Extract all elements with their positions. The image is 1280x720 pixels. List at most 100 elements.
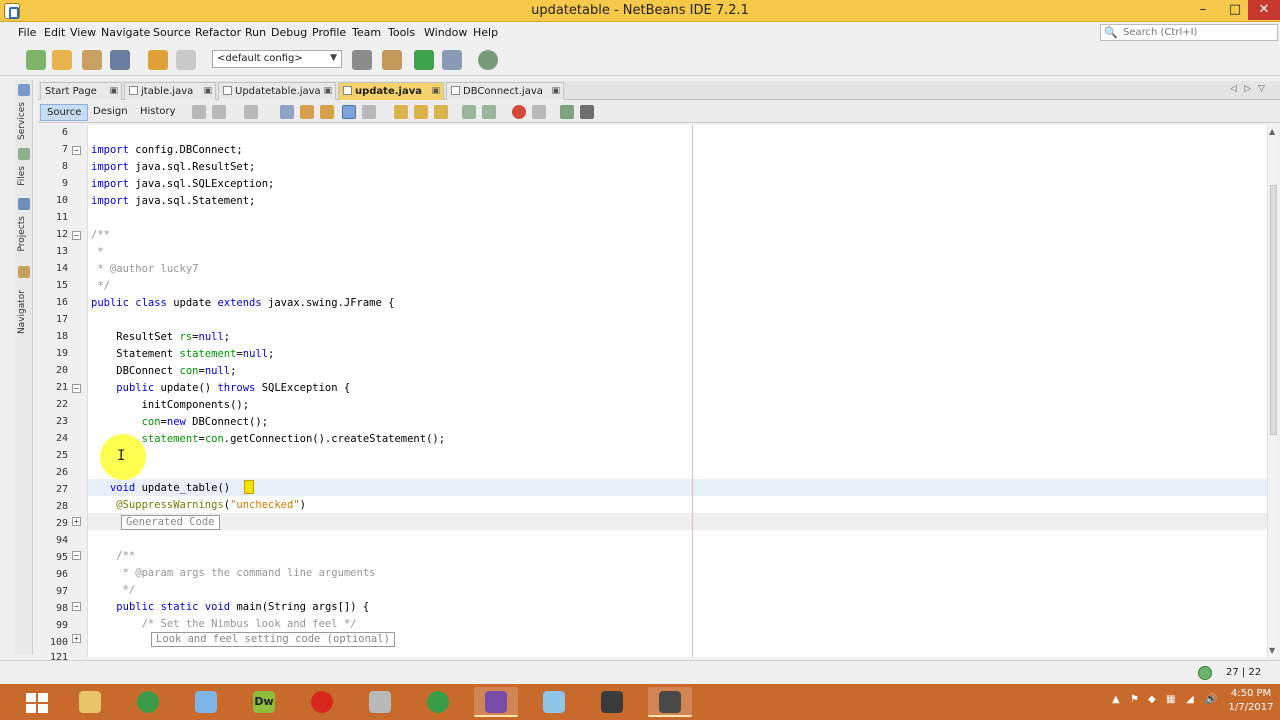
stop-macro-icon[interactable]	[532, 105, 546, 119]
tray-expand-icon[interactable]: ▲	[1112, 694, 1120, 705]
taskbar-visual-studio[interactable]	[474, 687, 518, 717]
shift-right-icon[interactable]	[482, 105, 496, 119]
build-icon[interactable]	[352, 50, 372, 70]
menu-help[interactable]: Help	[473, 26, 498, 39]
taskbar-netbeans-active[interactable]	[648, 687, 692, 717]
fold-toggle[interactable]: −	[72, 146, 81, 155]
tab-jtable[interactable]: jtable.java ▣	[124, 82, 216, 100]
redo-icon[interactable]	[176, 50, 196, 70]
minimize-button[interactable]: –	[1190, 0, 1216, 20]
menu-source[interactable]: Source	[153, 26, 191, 39]
new-file-icon[interactable]	[26, 50, 46, 70]
menu-tools[interactable]: Tools	[388, 26, 415, 39]
menu-view[interactable]: View	[70, 26, 96, 39]
menu-navigate[interactable]: Navigate	[101, 26, 150, 39]
tab-history[interactable]: History	[134, 104, 182, 121]
tab-design[interactable]: Design	[87, 104, 134, 121]
tab-start-page[interactable]: Start Page ▣	[40, 82, 122, 100]
close-icon[interactable]: ▣	[203, 86, 212, 96]
tray-network-icon[interactable]: ▦	[1166, 694, 1175, 705]
taskbar-app[interactable]	[532, 687, 576, 717]
close-icon[interactable]: ▣	[323, 86, 332, 96]
forward-icon[interactable]	[244, 105, 258, 119]
tab-scroll-left-icon[interactable]: ◁	[1230, 84, 1237, 94]
notification-icon[interactable]	[1198, 666, 1212, 680]
taskbar-tool[interactable]	[358, 687, 402, 717]
close-icon[interactable]: ▣	[551, 86, 560, 96]
close-icon[interactable]: ▣	[431, 86, 440, 96]
clean-build-icon[interactable]	[382, 50, 402, 70]
tab-dbconnect[interactable]: DBConnect.java ▣	[446, 82, 564, 100]
menu-debug[interactable]: Debug	[271, 26, 307, 39]
menu-profile[interactable]: Profile	[312, 26, 346, 39]
scroll-down-icon[interactable]: ▼	[1269, 646, 1275, 655]
menu-refactor[interactable]: Refactor	[195, 26, 241, 39]
side-tab-navigator[interactable]: Navigator	[17, 290, 27, 334]
config-select[interactable]: <default config> ▼	[212, 50, 342, 68]
uncomment-icon[interactable]	[580, 105, 594, 119]
side-tab-projects[interactable]: Projects	[17, 216, 27, 251]
tab-scroll-right-icon[interactable]: ▷	[1244, 84, 1251, 94]
scrollbar-thumb[interactable]	[1270, 185, 1277, 435]
maximize-button[interactable]: □	[1222, 0, 1248, 20]
save-all-icon[interactable]	[110, 50, 130, 70]
undo-icon[interactable]	[148, 50, 168, 70]
fold-toggle[interactable]: +	[72, 634, 81, 643]
tab-updatetable[interactable]: Updatetable.java ▣	[218, 82, 336, 100]
find-next-icon[interactable]	[320, 105, 334, 119]
find-selection-icon[interactable]	[280, 105, 294, 119]
taskbar-opera[interactable]	[300, 687, 344, 717]
tray-signal-icon[interactable]: ◢	[1186, 694, 1194, 705]
taskbar-virtualbox[interactable]	[184, 687, 228, 717]
start-macro-icon[interactable]	[512, 105, 526, 119]
fold-toggle[interactable]: −	[72, 602, 81, 611]
fold-toggle[interactable]: +	[72, 517, 81, 526]
find-previous-icon[interactable]	[300, 105, 314, 119]
fold-toggle[interactable]: −	[72, 231, 81, 240]
menu-edit[interactable]: Edit	[44, 26, 65, 39]
taskbar-netbeans[interactable]	[590, 687, 634, 717]
run-icon[interactable]	[414, 50, 434, 70]
menu-run[interactable]: Run	[245, 26, 266, 39]
taskbar-dreamweaver[interactable]: Dw	[242, 687, 286, 717]
menu-file[interactable]: File	[18, 26, 36, 39]
folded-generated-code[interactable]: Generated Code	[121, 515, 220, 530]
open-project-icon[interactable]	[82, 50, 102, 70]
shift-left-icon[interactable]	[462, 105, 476, 119]
tray-app-icon[interactable]: ◆	[1148, 694, 1156, 705]
rect-selection-icon[interactable]	[362, 105, 376, 119]
tray-flag-icon[interactable]: ⚑	[1130, 694, 1139, 705]
side-tab-files[interactable]: Files	[17, 166, 27, 186]
new-project-icon[interactable]	[52, 50, 72, 70]
prev-bookmark-icon[interactable]	[394, 105, 408, 119]
taskbar-chrome-2[interactable]	[416, 687, 460, 717]
last-edit-icon[interactable]	[192, 105, 206, 119]
comment-icon[interactable]	[560, 105, 574, 119]
folded-look-and-feel[interactable]: Look and feel setting code (optional)	[151, 632, 395, 647]
system-clock[interactable]: 4:50 PM 1/7/2017	[1226, 687, 1276, 715]
profile-icon[interactable]	[478, 50, 498, 70]
windows-start-icon[interactable]	[26, 693, 48, 713]
tab-source[interactable]: Source	[40, 104, 89, 121]
debug-icon[interactable]	[442, 50, 462, 70]
vertical-scrollbar[interactable]: ▲ ▼	[1267, 125, 1279, 657]
search-box[interactable]: 🔍	[1100, 24, 1278, 41]
taskbar-chrome[interactable]	[126, 687, 170, 717]
toggle-highlight-icon[interactable]	[342, 105, 356, 119]
menu-window[interactable]: Window	[424, 26, 467, 39]
close-button[interactable]: ✕	[1248, 0, 1280, 20]
fold-toggle[interactable]: −	[72, 551, 81, 560]
tab-update[interactable]: update.java ▣	[338, 82, 444, 100]
tab-list-icon[interactable]: ▽	[1258, 84, 1265, 94]
back-icon[interactable]	[212, 105, 226, 119]
tray-volume-icon[interactable]: 🔊	[1205, 694, 1217, 705]
menu-team[interactable]: Team	[352, 26, 381, 39]
scroll-up-icon[interactable]: ▲	[1269, 127, 1275, 136]
taskbar-file-explorer[interactable]	[68, 687, 112, 717]
close-icon[interactable]: ▣	[109, 86, 118, 96]
side-tab-services[interactable]: Services	[17, 102, 27, 140]
toggle-bookmark-icon[interactable]	[434, 105, 448, 119]
next-bookmark-icon[interactable]	[414, 105, 428, 119]
fold-toggle[interactable]: −	[72, 384, 81, 393]
search-input[interactable]	[1123, 26, 1273, 39]
